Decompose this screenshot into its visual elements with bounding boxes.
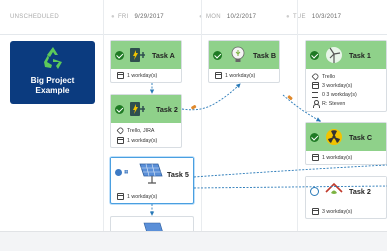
check-icon[interactable] [310, 133, 319, 142]
task-title: Task 5 [167, 170, 189, 179]
tag-icon [311, 72, 320, 81]
tags-text: Trello, JIRA [127, 127, 155, 134]
project-name: Example [35, 85, 70, 95]
task-card-task-a[interactable]: Task A 1 workday(s) [110, 40, 182, 83]
task-tags: Trello [311, 72, 336, 81]
plug-icon [130, 48, 145, 62]
status-circle-icon[interactable] [310, 187, 319, 196]
recycle-icon [44, 47, 62, 69]
task-header: ▦ Task 5 [111, 158, 193, 188]
task-duration: 1 workday(s) [117, 72, 157, 79]
checklist-icon [312, 91, 319, 98]
task-card-task-1[interactable]: Task 1 Trello 3 workday(s) 0 3 workday(s… [305, 40, 387, 112]
task-title: Task 2 [156, 105, 178, 114]
task-card-task-2-tue[interactable]: Task 2 3 workday(s) [305, 176, 387, 219]
column-date: 9/29/2017 [134, 14, 164, 20]
wind-turbine-icon [326, 47, 342, 63]
task-card-task-c[interactable]: Task C 1 workday(s) [305, 122, 387, 165]
task-card-task-5[interactable]: ▦ Task 5 1 workday(s) [110, 157, 194, 204]
calendar-icon [215, 72, 222, 79]
calendar-icon [312, 208, 319, 215]
task-header: Task B [209, 41, 279, 69]
header-divider [0, 34, 387, 35]
task-header: Task 2 [111, 95, 181, 123]
check-icon[interactable] [213, 51, 222, 60]
task-card-task-b[interactable]: Task B 1 workday(s) [208, 40, 280, 83]
tag-icon [116, 126, 125, 135]
task-header: Task 2 [306, 177, 386, 205]
project-name: Big Project [30, 75, 75, 85]
duration-text: 1 workday(s) [127, 72, 158, 79]
column-label: MON [205, 14, 221, 20]
task-title: Task C [349, 133, 373, 142]
task-header: Task A [111, 41, 181, 69]
task-duration: 3 workday(s) [312, 82, 352, 89]
chevron-icon: ● [286, 14, 290, 20]
task-duration: 1 workday(s) [117, 193, 157, 200]
task-header: Task C [306, 123, 386, 151]
check-icon[interactable] [115, 105, 124, 114]
project-card[interactable]: Big Project Example [10, 41, 95, 104]
task-duration: 1 workday(s) [312, 154, 352, 161]
status-pie-icon[interactable] [115, 169, 122, 176]
assignee-text: R: Steven [322, 100, 346, 107]
progress-text: 0 3 workday(s) [322, 91, 357, 98]
task-header: Task 1 [306, 41, 386, 69]
tags-text: Trello [322, 73, 336, 80]
column-label: TUE [292, 14, 306, 20]
duration-text: 1 workday(s) [127, 193, 158, 200]
column-label: FRI [117, 14, 129, 20]
solar-panel-icon [139, 163, 163, 184]
calendar-icon [117, 193, 124, 200]
task-title: Task 1 [349, 51, 371, 60]
lag-marker-icon[interactable] [191, 95, 293, 110]
lightbulb-icon [231, 46, 245, 62]
task-assignee: R: Steven [312, 100, 346, 108]
calendar-icon [312, 154, 319, 161]
column-label: UNSCHEDULED [10, 14, 59, 20]
house-icon [325, 182, 343, 194]
calendar-icon [117, 72, 124, 79]
chevron-icon: ● [111, 14, 115, 20]
calendar-icon [312, 82, 319, 89]
column-header-mon[interactable]: ● MON 10/2/2017 [196, 0, 256, 34]
column-date: 10/2/2017 [226, 14, 257, 20]
duration-text: 1 workday(s) [127, 137, 158, 144]
task-progress: 0 3 workday(s) [312, 91, 357, 98]
check-icon[interactable] [310, 51, 319, 60]
task-duration: 1 workday(s) [117, 137, 157, 144]
task-duration: 3 workday(s) [312, 208, 352, 215]
task-title: Task A [152, 51, 175, 60]
timeline-board: UNSCHEDULED ● FRI 9/29/2017 ● MON 10/2/2… [0, 0, 387, 251]
dependency-link[interactable] [181, 83, 241, 111]
task-title: Task B [253, 51, 277, 60]
column-divider [103, 0, 104, 231]
column-header-fri[interactable]: ● FRI 9/29/2017 [108, 0, 164, 34]
task-card-task-2[interactable]: Task 2 Trello, JIRA 1 workday(s) [110, 94, 182, 148]
duration-text: 1 workday(s) [322, 154, 353, 161]
column-divider [201, 0, 202, 231]
task-title: Task 2 [349, 187, 371, 196]
radiation-icon [326, 129, 342, 145]
column-divider [297, 0, 298, 231]
column-date: 10/3/2017 [311, 14, 342, 20]
plug-icon [130, 102, 145, 116]
bottom-bar [0, 231, 387, 251]
task-duration: 1 workday(s) [215, 72, 255, 79]
duration-text: 1 workday(s) [225, 72, 256, 79]
column-header-tue[interactable]: ● TUE 10/3/2017 [283, 0, 341, 34]
task-tags: Trello, JIRA [116, 126, 155, 135]
duration-text: 3 workday(s) [322, 208, 353, 215]
check-icon[interactable] [115, 51, 124, 60]
duration-text: 3 workday(s) [322, 82, 353, 89]
app-badge-icon: ▦ [124, 169, 129, 174]
person-icon [312, 100, 320, 108]
calendar-icon [117, 137, 124, 144]
column-header-unscheduled: UNSCHEDULED [10, 0, 59, 34]
